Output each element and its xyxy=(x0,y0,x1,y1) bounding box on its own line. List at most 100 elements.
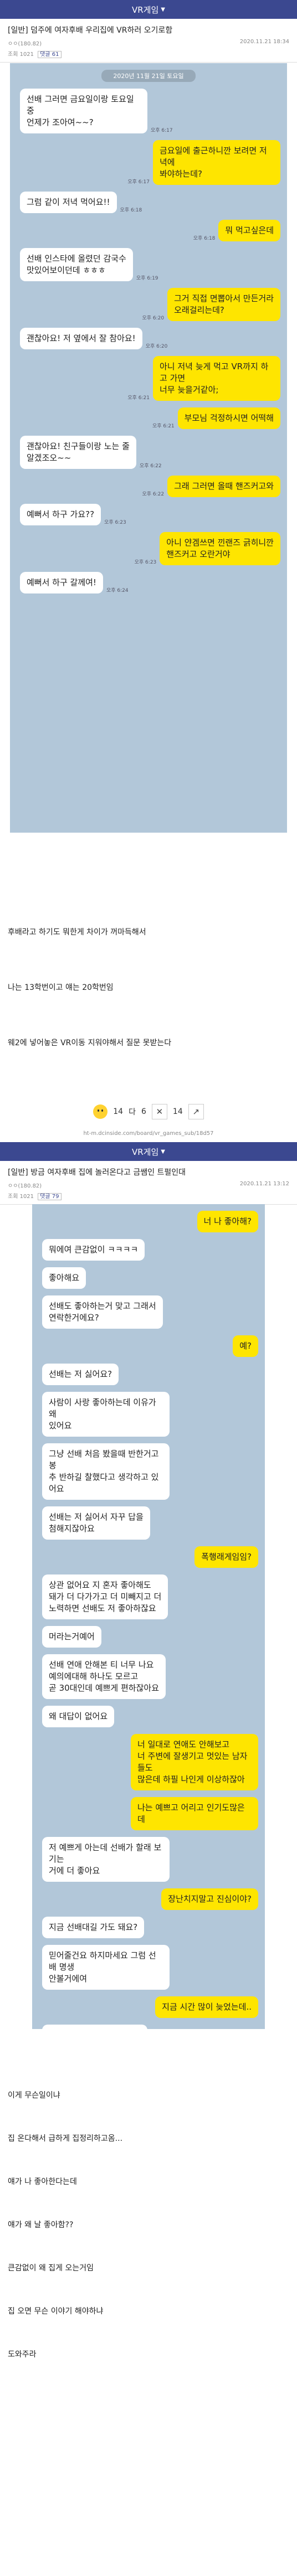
chat-date: 2020년 11월 21일 토요일 xyxy=(101,70,196,82)
received-message: 뭐에여 큰감없이 ㅋㅋㅋㅋ xyxy=(42,1239,145,1261)
sent-message: 그거 직접 면뽑아서 만든거라 오래걸리는데? xyxy=(167,288,280,321)
body-paragraph: 도와주라 xyxy=(8,2350,37,2359)
chat-message-row: 상관 없어요 지 혼자 좋아해도 돼가 더 다가가고 더 미빼지고 더 노력하면… xyxy=(32,1574,265,1619)
received-message: 예뻐서 하구 갈께여! xyxy=(20,572,103,593)
reaction-bar: 14 다 6 ✕ 14 ↗ xyxy=(0,1095,297,1128)
chat-message-row: 괜찮아요! 저 옆에서 잘 참아요! 오후 6:20 xyxy=(10,328,287,349)
chat-message-row: 예뻐서 하구 가요?? 오후 6:23 xyxy=(10,504,287,525)
chat-message-row: 오후 6:21 부모님 걱정하시면 어떡해 xyxy=(10,407,287,429)
chat-message-row: 사람이 사랑 좋아하는데 이유가 왜 있어요 xyxy=(32,1392,265,1437)
body-paragraph: 집 온다해서 급하게 집정리하고옴... xyxy=(8,2134,123,2143)
sent-message: 부모님 걱정하시면 어떡해 xyxy=(177,407,280,429)
chat-message-row: 쓰든 예 아니요로 대답해요 xyxy=(32,2025,265,2029)
chat-screenshot: 너 나 좋아해? 뭐에여 큰감없이 ㅋㅋㅋㅋ 좋아해요선배도 좋아하는거 맞고 그래… xyxy=(32,1204,265,2029)
view-count: 조회 1021 xyxy=(8,1194,34,1200)
chat-message-row: 선배 연애 안해본 티 너무 나요 예의에대해 하나도 모르고 곧 30대인데 … xyxy=(32,1654,265,1699)
received-message: 선배는 저 싫어요? xyxy=(42,1364,119,1385)
chat-message-row: 선배 인스타에 올렸던 감국수 맛있어보이던데 ㅎㅎㅎ 오후 6:19 xyxy=(10,248,287,281)
sent-message: 너 일대로 연애도 안해보고 너 주변에 잘생기고 멋있는 남자들도 많은데 하… xyxy=(131,1734,258,1790)
gallery-bar[interactable]: VR게임 ▼ xyxy=(0,0,297,19)
received-message: 머라는거예어 xyxy=(42,1626,101,1648)
page: VR게임 ▼ [일반] 덤주에 여자후배 우리집에 VR하러 오기로함 ㅇㅇ(1… xyxy=(0,0,297,2576)
sent-message: 너 나 좋아해? xyxy=(197,1211,258,1232)
emoji-icon[interactable] xyxy=(93,1104,108,1119)
post-meta: ㅇㅇ(180.82) 2020.11.21 13:12 xyxy=(0,1178,297,1189)
body-paragraph: 이게 무슨일이냐 xyxy=(8,2091,60,2100)
sent-message: 아니 얀겜쓰면 낀랜즈 긁히니깐 핸즈커고 오란거야 xyxy=(160,532,280,565)
received-message: 그럼 같이 저녁 먹어요!! xyxy=(20,192,117,213)
received-message: 선배 그러면 금요일이랑 토요일중 언제가 조아여~~? xyxy=(20,89,147,133)
received-message: 선배는 저 싫어서 자꾸 답을 첨해지잖아요 xyxy=(42,1506,150,1540)
chat-message-row: 저 예쁘게 아는데 선배가 할래 보기는 거에 더 좋아요 xyxy=(32,1837,265,1882)
chat-message-row: 선배는 저 싫어요? xyxy=(32,1364,265,1385)
sent-message: 예? xyxy=(233,1335,258,1357)
chat-message-row: 좋아해요 xyxy=(32,1267,265,1289)
post-stats: 조회 1021 댓글 79 xyxy=(0,1189,297,1200)
body-paragraph: 나는 13학번이고 얘는 20학번임 xyxy=(8,983,114,992)
message-time: 오후 6:24 xyxy=(106,588,129,593)
chat-message-row: 예뻐서 하구 갈께여! 오후 6:24 xyxy=(10,572,287,593)
message-time: 오후 6:20 xyxy=(145,344,168,349)
message-time: 오후 6:18 xyxy=(120,208,142,213)
message-time: 오후 6:22 xyxy=(139,463,162,469)
chat-message-row: 폭행래게임임? xyxy=(32,1546,265,1568)
chat-message-row: 지금 시간 많이 늦었는데.. xyxy=(32,1996,265,2018)
post-stats: 조회 1021 댓글 61 xyxy=(0,47,297,58)
comment-count[interactable]: 댓글 79 xyxy=(38,1193,62,1200)
chat-message-row: 오후 6:20 그거 직접 면뽑아서 만든거라 오래걸리는데? xyxy=(10,288,287,321)
post-date: 2020.11.21 18:34 xyxy=(239,39,289,45)
body-paragraph: 웨2에 넣어놓은 VR이동 지워야해서 질문 못받는다 xyxy=(8,1039,172,1047)
chat-message-row: 믿어줄건요 하지마세요 그럼 선배 명생 안볼거에여 xyxy=(32,1945,265,1990)
post-title: [일반] 방금 여자후배 집에 놀러온다고 금쌤인 트펄인대 xyxy=(8,1168,186,1177)
post-author[interactable]: ㅇㅇ(180.82) xyxy=(8,1181,42,1189)
post-body: 이게 무슨일이냐 집 온다해서 급하게 집정리하고옴... 얘가 나 좋아한다는… xyxy=(0,2090,297,2360)
sent-message: 장난치지말고 진심이야? xyxy=(161,1888,258,1910)
downvote-label: 다 xyxy=(129,1108,136,1117)
received-message: 왜 대답이 없어요 xyxy=(42,1706,115,1727)
received-message: 사람이 사랑 좋아하는데 이유가 왜 있어요 xyxy=(42,1392,170,1437)
sent-message: 그래 그러면 올때 핸즈커고와 xyxy=(167,476,280,497)
gallery-bar[interactable]: VR게임 ▼ xyxy=(0,1142,297,1161)
chat-message-row: 괜찮아요! 친구들이랑 노는 줄 알겠조오~~ 오후 6:22 xyxy=(10,436,287,469)
chat-message-row: 그냥 선배 처음 봤을때 반한거고 봉 추 반하길 찰했다고 생각하고 있어요 xyxy=(32,1443,265,1500)
chevron-down-icon: ▼ xyxy=(161,6,165,13)
post-url[interactable]: ht-m.dcinside.com/board/vr_games_sub/18d… xyxy=(0,1128,297,1142)
chat-message-row: 선배 그러면 금요일이랑 토요일중 언제가 조아여~~? 오후 6:17 xyxy=(10,89,287,133)
close-icon[interactable]: ✕ xyxy=(151,1104,167,1119)
downvote-count: 6 xyxy=(141,1107,146,1116)
chat-message-row: 선배도 좋아하는거 맞고 그래서 연락한거에요? xyxy=(32,1295,265,1329)
post-header: VR게임 ▼ [일반] 덤주에 여자후배 우리집에 VR하러 오기로함 ㅇㅇ(1… xyxy=(0,0,297,63)
received-message: 괜찮아요! 저 옆에서 잘 참아요! xyxy=(20,328,142,349)
body-paragraph: 얘가 왜 날 좋아함?? xyxy=(8,2221,74,2229)
received-message: 예뻐서 하구 가요?? xyxy=(20,504,101,525)
chat-message-row: 오후 6:22 그래 그러면 올때 핸즈커고와 xyxy=(10,476,287,497)
body-paragraph: 집 오면 무슨 이야기 해야하냐 xyxy=(8,2307,104,2316)
received-message: 상관 없어요 지 혼자 좋아해도 돼가 더 다가가고 더 미빼지고 더 노력하면… xyxy=(42,1574,168,1619)
received-message: 선배 인스타에 올렸던 감국수 맛있어보이던데 ㅎㅎㅎ xyxy=(20,248,133,281)
chat-message-row: 나는 예쁘고 어리고 인기도많은데 xyxy=(32,1797,265,1830)
sent-message: 지금 시간 많이 늦었는데.. xyxy=(155,1996,258,2018)
message-time: 오후 6:20 xyxy=(142,316,165,321)
chat-message-row: 오후 6:18 뭐 먹고싶은데 xyxy=(10,220,287,241)
chat-message-row: 오후 6:17 금요일에 출근하니깐 보려면 저녁에 봐야하는데? xyxy=(10,140,287,185)
chat-screenshot: 2020년 11월 21일 토요일 선배 그러면 금요일이랑 토요일중 언제가 … xyxy=(10,63,287,833)
message-time: 오후 6:21 xyxy=(152,424,175,429)
chat-message-row: 선배는 저 싫어서 자꾸 답을 첨해지잖아요 xyxy=(32,1506,265,1540)
message-time: 오후 6:21 xyxy=(127,395,150,401)
sent-message: 뭐 먹고싶은데 xyxy=(218,220,280,241)
reaction-count: 14 xyxy=(172,1107,183,1116)
share-icon[interactable]: ↗ xyxy=(188,1104,204,1119)
received-message: 믿어줄건요 하지마세요 그럼 선배 명생 안볼거에여 xyxy=(42,1945,170,1990)
post-author[interactable]: ㅇㅇ(180.82) xyxy=(8,39,42,47)
message-time: 오후 6:23 xyxy=(134,560,157,565)
received-message: 그냥 선배 처음 봤을때 반한거고 봉 추 반하길 찰했다고 생각하고 있어요 xyxy=(42,1443,170,1500)
post-title: [일반] 덤주에 여자후배 우리집에 VR하러 오기로함 xyxy=(8,26,173,35)
received-message: 쓰든 예 아니요로 대답해요 xyxy=(42,2025,148,2029)
chat-message-row: 뭐에여 큰감없이 ㅋㅋㅋㅋ xyxy=(32,1239,265,1261)
chat-message-row: 왜 대답이 없어요 xyxy=(32,1706,265,1727)
sent-message: 나는 예쁘고 어리고 인기도많은데 xyxy=(131,1797,258,1830)
post-header: VR게임 ▼ [일반] 방금 여자후배 집에 놀러온다고 금쌤인 트펄인대 ㅇㅇ… xyxy=(0,1142,297,1205)
comment-count[interactable]: 댓글 61 xyxy=(38,51,62,58)
chat-message-row: 오후 6:21 아니 저녁 늦게 먹고 VR까지 하고 가면 너무 늦을거같아; xyxy=(10,356,287,401)
body-paragraph: 얘가 나 좋아한다는데 xyxy=(8,2177,77,2186)
